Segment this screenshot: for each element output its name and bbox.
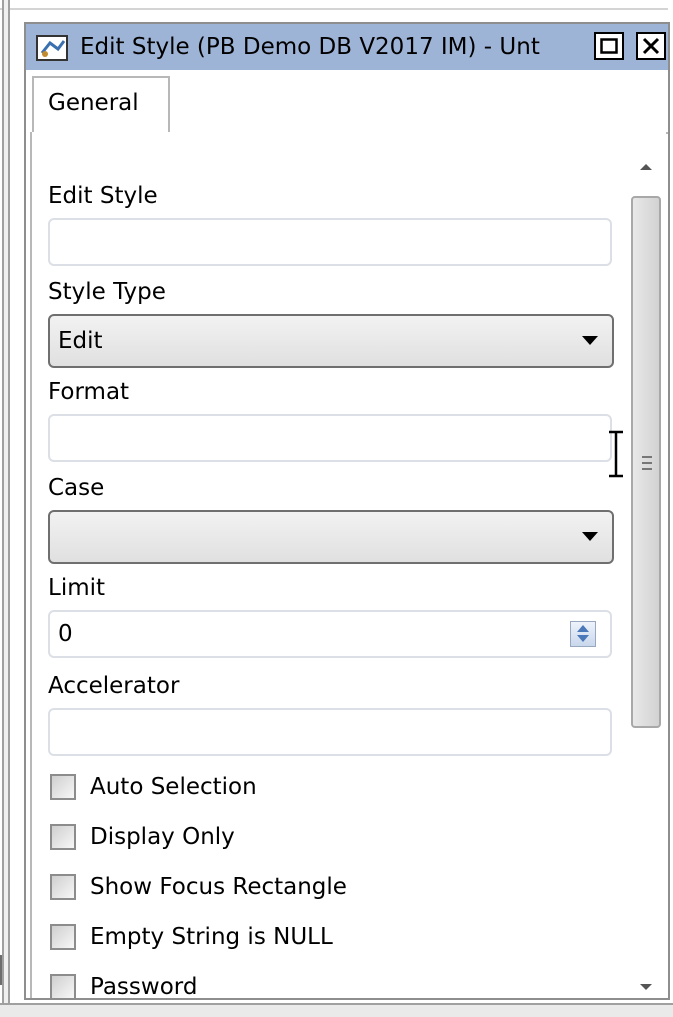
edit-style-input[interactable] <box>48 218 612 266</box>
accelerator-label: Accelerator <box>48 673 180 699</box>
tab-strip: General <box>26 70 668 140</box>
bottom-frame-bar <box>0 1003 673 1017</box>
title-bar[interactable]: Edit Style (PB Demo DB V2017 IM) - Unt <box>26 24 668 72</box>
style-type-dropdown[interactable]: Edit <box>48 314 614 368</box>
accelerator-input[interactable] <box>48 708 612 756</box>
limit-value: 0 <box>58 621 73 647</box>
case-label: Case <box>48 475 105 501</box>
password-checkbox[interactable] <box>50 974 76 1000</box>
background-frame <box>0 0 673 22</box>
spin-buttons[interactable] <box>570 621 596 647</box>
properties-panel: Edit Style Style Type Edit Format Case L… <box>30 132 666 1000</box>
text-cursor-icon <box>609 430 623 478</box>
close-button[interactable] <box>636 32 666 60</box>
empty-string-null-checkbox[interactable] <box>50 924 76 950</box>
chevron-down-icon <box>582 532 598 541</box>
grip-line <box>642 456 652 458</box>
display-only-label: Display Only <box>90 824 235 850</box>
limit-label: Limit <box>48 575 106 601</box>
background-divider <box>0 8 668 10</box>
show-focus-rectangle-checkbox[interactable] <box>50 874 76 900</box>
left-edge-tick <box>0 955 2 985</box>
display-only-checkbox[interactable] <box>50 824 76 850</box>
show-focus-rectangle-label: Show Focus Rectangle <box>90 874 347 900</box>
password-label: Password <box>90 974 198 1000</box>
format-label: Format <box>48 379 130 405</box>
edit-style-window: Edit Style (PB Demo DB V2017 IM) - Unt G… <box>24 22 670 1000</box>
style-type-label: Style Type <box>48 279 166 305</box>
vertical-scrollbar[interactable] <box>628 154 664 994</box>
style-type-value: Edit <box>58 328 103 354</box>
limit-stepper[interactable]: 0 <box>48 610 612 658</box>
close-icon <box>642 37 660 55</box>
painter-app-icon <box>34 34 70 62</box>
spin-down-icon <box>577 635 589 642</box>
case-dropdown[interactable] <box>48 510 614 564</box>
maximize-button[interactable] <box>594 32 624 60</box>
scrollbar-thumb[interactable] <box>631 196 661 728</box>
auto-selection-label: Auto Selection <box>90 774 257 800</box>
maximize-icon <box>600 38 618 54</box>
tab-general[interactable]: General <box>32 76 170 140</box>
auto-selection-checkbox[interactable] <box>50 774 76 800</box>
format-input[interactable] <box>48 414 612 462</box>
chevron-down-icon <box>582 336 598 345</box>
edit-style-label: Edit Style <box>48 183 158 209</box>
scroll-up-arrow-icon[interactable] <box>640 164 652 170</box>
grip-line <box>642 462 652 464</box>
grip-line <box>642 468 652 470</box>
empty-string-null-label: Empty String is NULL <box>90 924 333 950</box>
scroll-down-arrow-icon[interactable] <box>640 984 652 990</box>
window-title: Edit Style (PB Demo DB V2017 IM) - Unt <box>80 34 540 60</box>
spin-up-icon <box>577 625 589 632</box>
left-splitter-bar[interactable] <box>2 0 10 1005</box>
